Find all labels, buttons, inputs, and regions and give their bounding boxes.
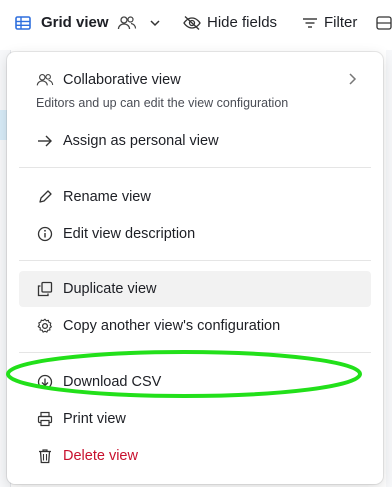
menu-item-label: Delete view — [63, 448, 138, 464]
menu-item-label: Rename view — [63, 189, 151, 205]
view-options-menu: Collaborative view Editors and up can ed… — [6, 52, 383, 484]
trash-icon — [36, 447, 54, 465]
download-icon — [36, 373, 54, 391]
filter-label: Filter — [324, 14, 358, 31]
menu-item-print-view[interactable]: Print view — [19, 401, 371, 437]
collaborative-view-description: Editors and up can edit the view configu… — [36, 96, 289, 110]
menu-item-copy-configuration[interactable]: Copy another view's configuration — [19, 308, 371, 344]
menu-item-assign-personal-view[interactable]: Assign as personal view — [19, 123, 371, 159]
info-icon — [36, 225, 54, 243]
chevron-right-icon — [347, 72, 357, 90]
gear-icon — [36, 317, 54, 335]
grid-background-right — [386, 50, 392, 487]
menu-item-label: Edit view description — [63, 226, 196, 242]
grid-icon — [15, 15, 31, 31]
menu-item-label: Duplicate view — [63, 281, 157, 297]
hide-fields-label: Hide fields — [207, 14, 278, 31]
menu-divider — [19, 167, 371, 168]
menu-item-edit-description[interactable]: Edit view description — [19, 216, 371, 252]
printer-icon — [36, 410, 54, 428]
collaborators-icon — [117, 15, 137, 31]
menu-item-duplicate-view[interactable]: Duplicate view — [19, 271, 371, 307]
hide-fields-button[interactable]: Hide fields — [183, 14, 277, 31]
menu-item-label: Copy another view's configuration — [63, 318, 281, 334]
menu-divider — [19, 352, 371, 353]
menu-item-download-csv[interactable]: Download CSV — [19, 364, 371, 400]
grid-view-button[interactable]: Grid view — [15, 14, 161, 31]
menu-item-label: Assign as personal view — [63, 133, 219, 149]
grid-view-label: Grid view — [41, 14, 109, 31]
chevron-down-icon — [149, 17, 161, 29]
collaborators-icon — [36, 71, 54, 89]
eye-slash-icon — [183, 15, 201, 31]
group-icon[interactable] — [376, 16, 392, 30]
duplicate-icon — [36, 280, 54, 298]
menu-item-delete-view[interactable]: Delete view — [19, 438, 371, 474]
menu-item-label: Download CSV — [63, 374, 162, 390]
pencil-icon — [36, 188, 54, 206]
menu-divider — [19, 260, 371, 261]
filter-button[interactable]: Filter — [302, 14, 357, 31]
arrow-right-icon — [36, 132, 54, 150]
menu-item-rename-view[interactable]: Rename view — [19, 179, 371, 215]
view-toolbar: Grid view Hide fields Filter — [0, 0, 392, 50]
filter-icon — [302, 15, 318, 31]
menu-item-label: Print view — [63, 411, 126, 427]
menu-item-label: Collaborative view — [63, 72, 181, 88]
menu-item-collaborative-view[interactable]: Collaborative view — [19, 62, 371, 98]
